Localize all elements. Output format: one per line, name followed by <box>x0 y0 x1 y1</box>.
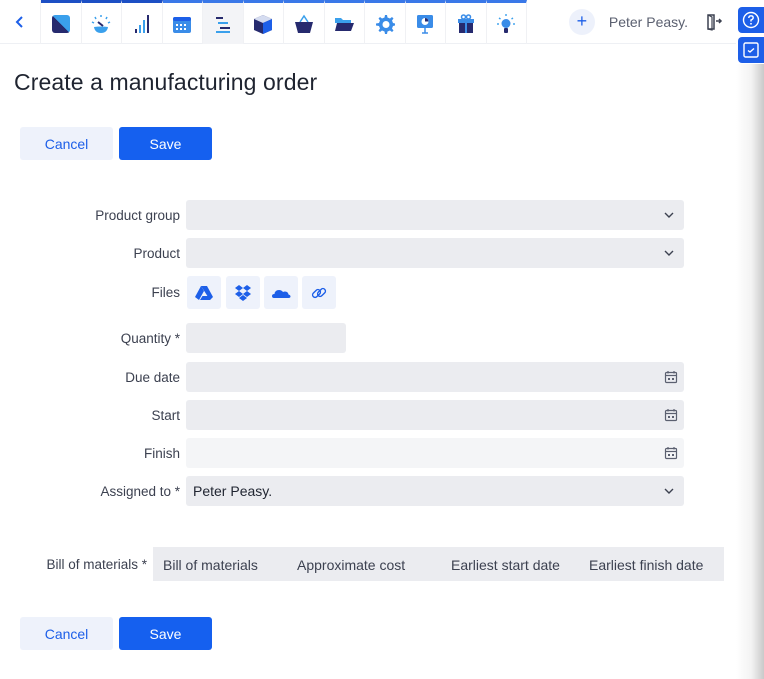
bill-of-materials-table: Bill of materials Approximate cost Earli… <box>153 547 724 581</box>
calendar-icon[interactable] <box>664 408 678 422</box>
gantt-icon <box>215 16 230 33</box>
basket-icon <box>294 14 313 33</box>
due-date-label: Due date <box>125 369 180 385</box>
gear-icon <box>375 14 395 34</box>
cube-icon <box>254 14 273 34</box>
cancel-button[interactable]: Cancel <box>20 617 113 650</box>
page-title: Create a manufacturing order <box>14 69 318 95</box>
google-drive-button[interactable] <box>187 276 221 309</box>
module-files[interactable] <box>324 0 365 44</box>
checkbox-icon <box>743 42 759 58</box>
start-label: Start <box>151 407 180 423</box>
speedometer-icon <box>91 14 111 33</box>
product-row: Product <box>0 238 180 268</box>
top-action-bar: Cancel Save <box>20 127 212 160</box>
start-input[interactable] <box>186 400 684 430</box>
dropbox-button[interactable] <box>226 276 260 309</box>
module-settings[interactable] <box>365 0 406 44</box>
user-name[interactable]: Peter Peasy. <box>609 14 688 30</box>
module-performance[interactable] <box>81 0 122 44</box>
gift-icon <box>457 13 474 33</box>
column-header-earliest-finish-date[interactable]: Earliest finish date <box>589 557 703 573</box>
page-edge-shadow <box>736 64 764 679</box>
due-date-input[interactable] <box>186 362 684 392</box>
assigned-to-label: Assigned to * <box>100 483 180 499</box>
product-group-select[interactable] <box>186 200 684 230</box>
module-sales[interactable] <box>284 0 325 44</box>
due-date-row: Due date <box>0 362 180 392</box>
dashboard-square-icon <box>51 14 70 33</box>
module-ideas[interactable] <box>486 0 527 44</box>
link-icon <box>311 287 327 298</box>
bill-of-materials-label: Bill of materials * <box>46 557 147 572</box>
product-group-row: Product group <box>0 200 180 230</box>
module-products[interactable] <box>243 0 284 44</box>
topbar-right: + Peter Peasy. <box>568 0 736 43</box>
chevron-down-icon <box>664 250 674 256</box>
module-dashboard[interactable] <box>41 0 82 44</box>
column-header-bill-of-materials[interactable]: Bill of materials <box>163 557 258 573</box>
onedrive-icon <box>272 289 291 298</box>
lightbulb-icon <box>497 13 516 33</box>
quantity-label: Quantity * <box>120 330 180 346</box>
folder-open-icon <box>335 17 355 31</box>
onedrive-button[interactable] <box>264 276 298 309</box>
module-rewards[interactable] <box>446 0 487 44</box>
assigned-to-row: Assigned to * <box>0 476 180 506</box>
presentation-icon <box>417 14 434 34</box>
finish-label: Finish <box>143 445 180 461</box>
chevron-down-icon <box>664 488 674 494</box>
back-button[interactable] <box>0 0 41 44</box>
start-row: Start <box>0 400 180 430</box>
add-button[interactable]: + <box>568 8 595 35</box>
calendar-icon[interactable] <box>664 370 678 384</box>
module-statistics[interactable] <box>122 0 163 44</box>
assigned-to-select[interactable]: Peter Peasy. <box>186 476 684 506</box>
product-group-label: Product group <box>95 207 180 223</box>
column-header-earliest-start-date[interactable]: Earliest start date <box>451 557 560 573</box>
finish-input[interactable] <box>186 438 684 468</box>
dropbox-icon <box>235 284 251 301</box>
chevron-left-icon <box>15 16 23 28</box>
module-calendar[interactable] <box>162 0 203 44</box>
calendar-icon <box>173 16 192 33</box>
logout-icon[interactable] <box>704 12 724 32</box>
chevron-down-icon <box>664 212 674 218</box>
google-drive-icon <box>195 285 213 300</box>
tasks-button[interactable] <box>738 37 764 63</box>
save-button[interactable]: Save <box>119 617 212 650</box>
column-header-approximate-cost[interactable]: Approximate cost <box>297 557 405 573</box>
bar-signal-icon <box>134 14 149 33</box>
save-button[interactable]: Save <box>119 127 212 160</box>
files-row: Files <box>0 276 180 309</box>
product-select[interactable] <box>186 238 684 268</box>
files-label: Files <box>151 285 180 300</box>
help-button[interactable] <box>738 7 764 33</box>
calendar-icon[interactable] <box>664 446 678 460</box>
cancel-button[interactable]: Cancel <box>20 127 113 160</box>
module-reports[interactable] <box>405 0 446 44</box>
assigned-to-value: Peter Peasy. <box>193 483 273 499</box>
help-icon <box>742 11 760 29</box>
bottom-action-bar: Cancel Save <box>20 617 212 650</box>
module-planning[interactable] <box>203 0 244 44</box>
link-button[interactable] <box>302 276 336 309</box>
quantity-input[interactable] <box>186 323 346 353</box>
quantity-row: Quantity * <box>0 323 180 353</box>
product-label: Product <box>133 245 180 261</box>
finish-row: Finish <box>0 438 180 468</box>
top-navigation: + Peter Peasy. <box>0 0 736 44</box>
